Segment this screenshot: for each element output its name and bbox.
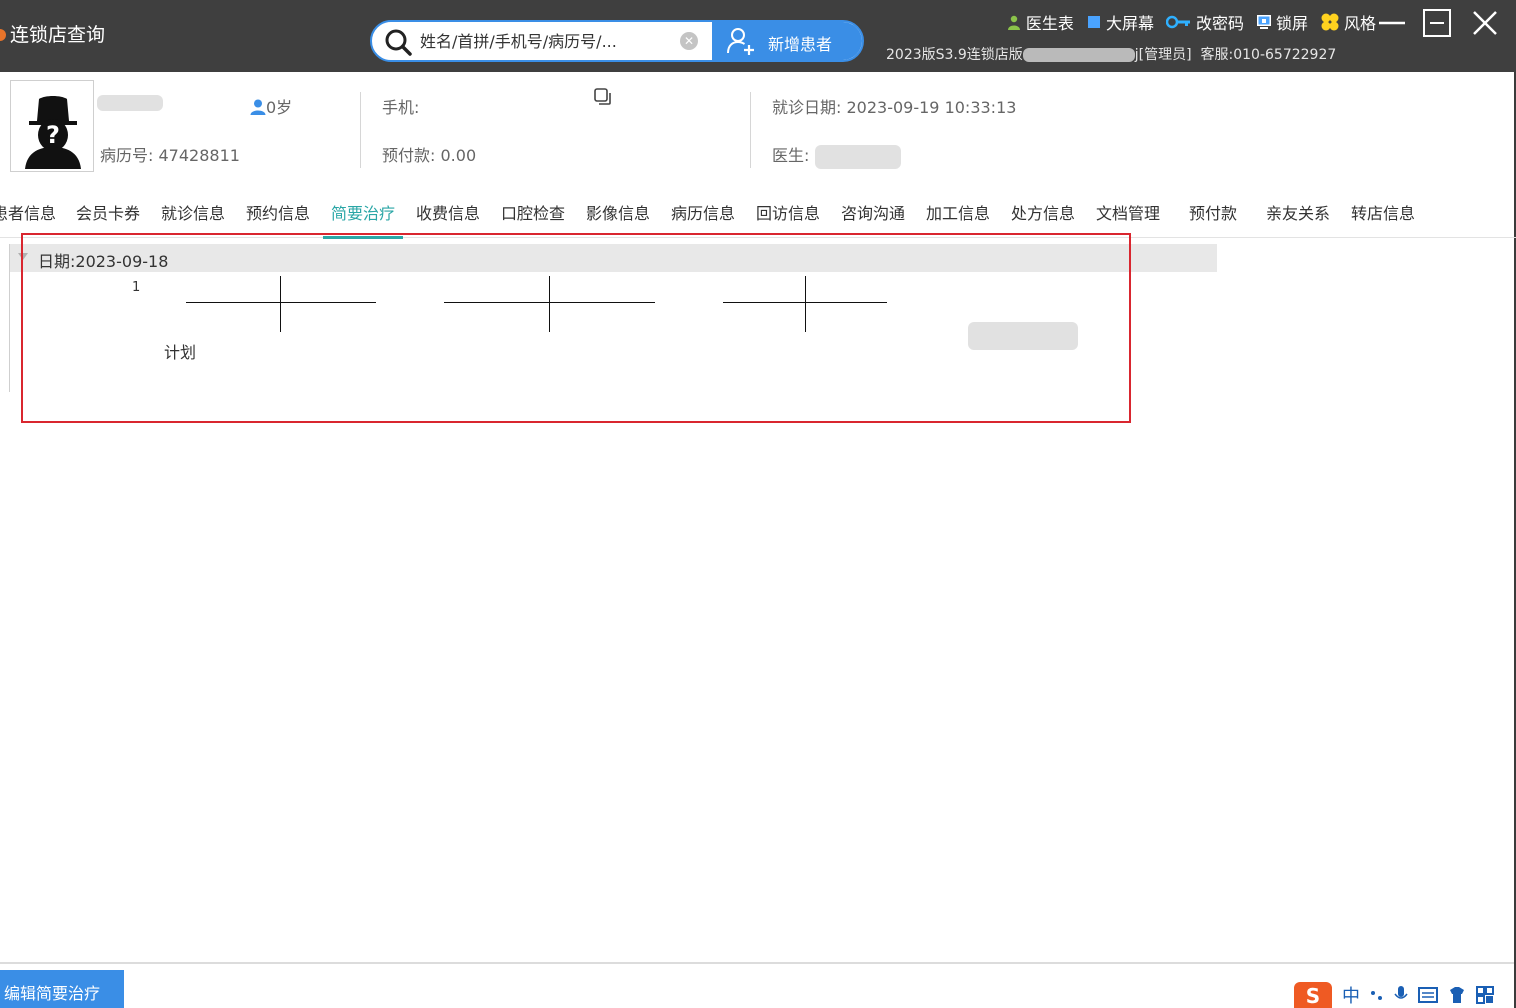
patient-search: ✕ 新增患者: [370, 20, 864, 62]
menu-big-screen[interactable]: 大屏幕: [1086, 10, 1154, 34]
tab-patient-info[interactable]: 患者信息: [0, 200, 56, 236]
new-patient-button[interactable]: 新增患者: [712, 22, 862, 60]
menu-doctor-table[interactable]: 医生表: [1006, 10, 1074, 34]
skin-icon[interactable]: [1448, 986, 1466, 1004]
version-info: 2023版S3.9连锁店版 j[管理员] 客服:010-65722927: [886, 44, 1336, 64]
minimize-icon[interactable]: [1377, 8, 1407, 38]
tab-prepayment[interactable]: 预付款: [1189, 200, 1237, 236]
tab-bar: 患者信息 会员卡券 就诊信息 预约信息 简要治疗 收费信息 口腔检查 影像信息 …: [0, 196, 1516, 239]
tab-membership[interactable]: 会员卡券: [76, 200, 140, 236]
key-icon: [1165, 15, 1190, 29]
menu-style[interactable]: 风格: [1320, 10, 1376, 34]
tab-visits[interactable]: 就诊信息: [161, 200, 225, 236]
menu-label: 大屏幕: [1105, 14, 1154, 33]
add-user-icon: [727, 28, 754, 55]
search-icon[interactable]: [384, 28, 412, 56]
avatar[interactable]: ?: [10, 80, 94, 172]
divider: [360, 92, 361, 168]
tab-brief-treatment[interactable]: 简要治疗: [322, 200, 404, 239]
menu-change-password[interactable]: 改密码: [1165, 10, 1244, 34]
medical-record-number: 病历号: 47428811: [100, 142, 240, 166]
app-window: 连锁店查询 ✕ 新增患者 医生表: [0, 0, 1516, 1008]
version-text: 2023版S3.9连锁店版: [886, 47, 1023, 63]
doctor: 医生:: [772, 142, 901, 169]
left-rail: [0, 244, 10, 392]
svg-text:?: ?: [46, 121, 60, 149]
tab-billing[interactable]: 收费信息: [416, 200, 480, 236]
visit-date-value: 2023-09-19 10:33:13: [846, 98, 1017, 117]
tab-prescription[interactable]: 处方信息: [1011, 200, 1075, 236]
tab-documents[interactable]: 文档管理: [1096, 200, 1160, 236]
ime-toolbar: S 中: [1294, 982, 1516, 1008]
patient-age: 0岁: [250, 94, 292, 118]
microphone-icon[interactable]: [1394, 985, 1408, 1005]
tab-medical-record[interactable]: 病历信息: [671, 200, 735, 236]
tab-processing[interactable]: 加工信息: [926, 200, 990, 236]
phone-label: 手机:: [382, 98, 420, 117]
menu-label: 改密码: [1195, 14, 1244, 33]
tab-appointments[interactable]: 预约信息: [246, 200, 310, 236]
edit-brief-treatment-button[interactable]: 编辑简要治疗: [0, 970, 124, 1008]
search-input[interactable]: [420, 28, 680, 54]
mrn-label: 病历号:: [100, 146, 154, 165]
tab-imaging[interactable]: 影像信息: [586, 200, 650, 236]
doctor-icon: [1007, 15, 1020, 30]
role-text: j[管理员]: [1134, 47, 1192, 63]
app-title-text: 连锁店查询: [10, 24, 106, 46]
ime-language-toggle[interactable]: 中: [1342, 982, 1360, 1008]
menu-label: 医生表: [1025, 14, 1074, 33]
keyboard-icon[interactable]: [1418, 986, 1438, 1004]
unknown-person-icon: ?: [25, 96, 81, 169]
prepayment: 预付款: 0.00: [382, 142, 476, 166]
toolbox-icon[interactable]: [1476, 986, 1494, 1004]
maximize-icon[interactable]: [1422, 8, 1452, 38]
punctuation-icon[interactable]: [1370, 988, 1384, 1002]
menu-label: 风格: [1343, 14, 1376, 33]
copy-icon[interactable]: [594, 88, 612, 106]
screen-icon: [1087, 16, 1100, 28]
title-bar: 连锁店查询 ✕ 新增患者 医生表: [0, 0, 1516, 72]
bottom-divider: [0, 962, 1514, 964]
prepay-label: 预付款:: [382, 146, 436, 165]
menu-lock-screen[interactable]: 锁屏: [1256, 10, 1308, 34]
tab-store-transfer[interactable]: 转店信息: [1351, 200, 1415, 236]
style-icon: [1321, 13, 1339, 31]
tab-relatives[interactable]: 亲友关系: [1266, 200, 1330, 236]
lock-screen-icon: [1256, 15, 1271, 29]
top-menu: 医生表 大屏幕 改密码 锁屏 风格: [1006, 10, 1376, 34]
redacted-store-name: [1022, 48, 1135, 62]
redacted-patient-name: [97, 95, 163, 111]
prepay-value: 0.00: [440, 146, 477, 165]
tab-follow-up[interactable]: 回访信息: [756, 200, 820, 236]
clear-search-icon[interactable]: ✕: [680, 32, 698, 50]
person-icon: [250, 99, 266, 115]
mrn-value: 47428811: [158, 146, 240, 165]
age-value: 0岁: [266, 98, 293, 117]
menu-label: 锁屏: [1275, 14, 1308, 33]
app-logo-icon: [0, 29, 6, 41]
new-patient-label: 新增患者: [768, 35, 833, 54]
ime-logo-icon[interactable]: S: [1294, 982, 1332, 1008]
visit-date-label: 就诊日期:: [772, 98, 842, 117]
tab-oral-exam[interactable]: 口腔检查: [501, 200, 565, 236]
app-title: 连锁店查询: [0, 20, 105, 47]
tab-consultation[interactable]: 咨询沟通: [841, 200, 905, 236]
divider: [750, 92, 751, 168]
doctor-label: 医生:: [772, 146, 810, 165]
highlight-annotation: [21, 233, 1131, 423]
redacted-doctor-name: [814, 144, 901, 169]
visit-date: 就诊日期: 2023-09-19 10:33:13: [772, 94, 1016, 118]
support-phone: 客服:010-65722927: [1200, 47, 1337, 63]
close-icon[interactable]: [1470, 8, 1500, 38]
